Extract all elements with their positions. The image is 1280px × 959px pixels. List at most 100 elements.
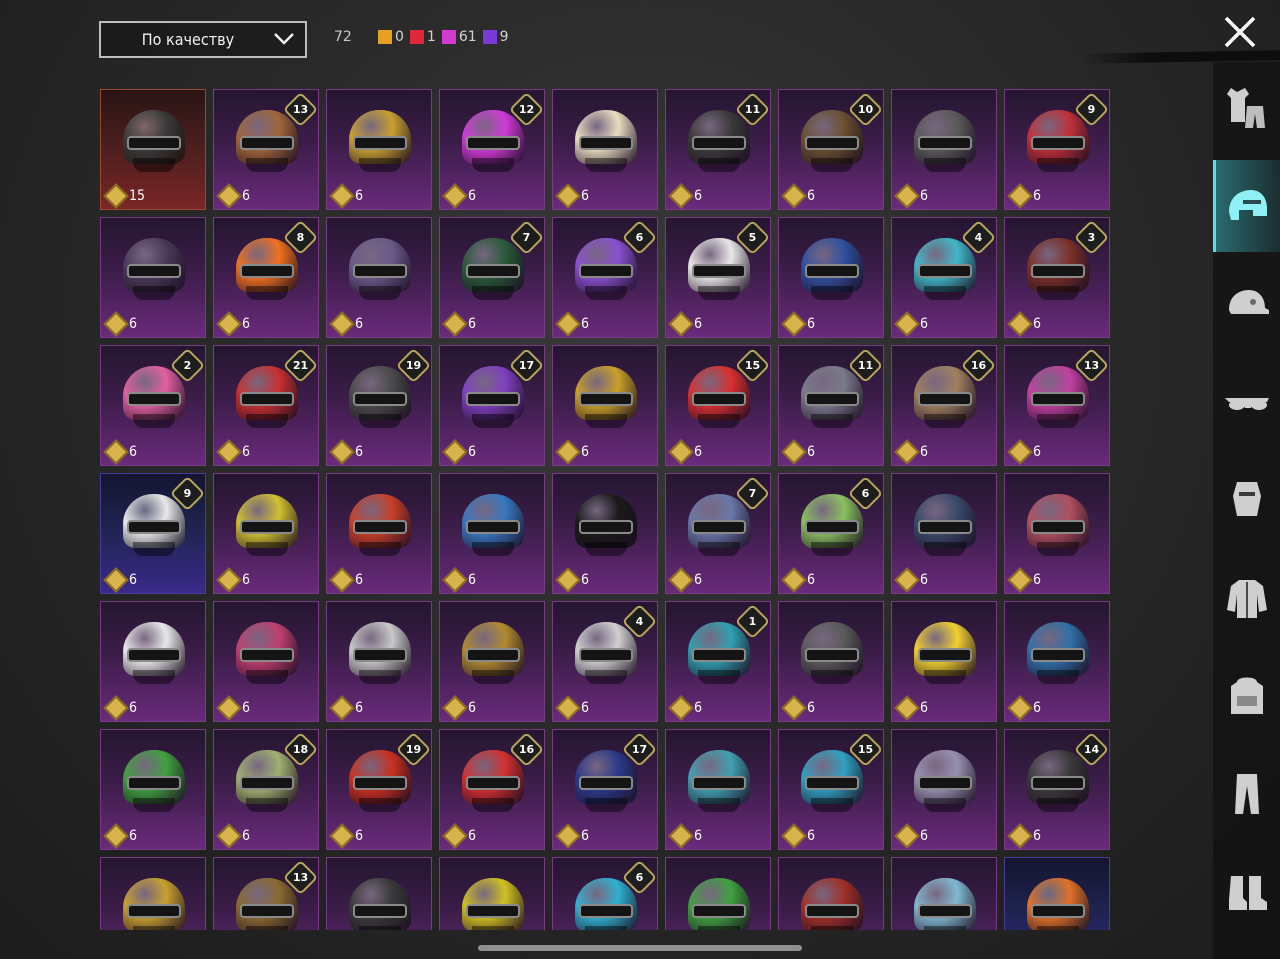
item-cost-value: 6 bbox=[581, 444, 590, 460]
helmet-item-card[interactable]: 19 6 bbox=[326, 729, 432, 850]
item-cost: 6 bbox=[894, 311, 928, 337]
helmet-item-card[interactable] bbox=[100, 857, 206, 930]
helmet-item-card[interactable] bbox=[326, 857, 432, 930]
helmet-item-card[interactable]: 15 bbox=[100, 89, 206, 210]
sidebar-item-jacket[interactable] bbox=[1213, 552, 1280, 644]
helmet-item-card[interactable]: 13 6 bbox=[1004, 345, 1110, 466]
helmet-item-card[interactable]: 13 bbox=[213, 857, 319, 930]
helmet-item-card[interactable]: 6 bbox=[213, 601, 319, 722]
helmet-item-card[interactable]: 6 bbox=[552, 473, 658, 594]
item-cost: 6 bbox=[781, 439, 815, 465]
coin-icon bbox=[103, 823, 129, 849]
helmet-image bbox=[343, 234, 417, 306]
sidebar-item-cap[interactable] bbox=[1213, 258, 1280, 350]
helmet-item-card[interactable]: 86 bbox=[213, 217, 319, 338]
helmet-item-card[interactable]: 6 bbox=[100, 729, 206, 850]
helmet-item-card[interactable]: 76 bbox=[665, 473, 771, 594]
home-indicator[interactable] bbox=[478, 945, 802, 951]
helmet-item-card[interactable]: 6 bbox=[552, 857, 658, 930]
helmet-item-card[interactable]: 6 bbox=[552, 345, 658, 466]
sidebar-item-boots[interactable] bbox=[1213, 846, 1280, 938]
helmet-item-card[interactable]: 36 bbox=[1004, 217, 1110, 338]
helmet-item-card[interactable]: 17 6 bbox=[439, 345, 545, 466]
coin-icon bbox=[781, 695, 807, 721]
coin-icon bbox=[103, 183, 129, 209]
helmet-item-card[interactable]: 18 6 bbox=[213, 729, 319, 850]
sidebar-item-outfit[interactable] bbox=[1213, 62, 1280, 154]
helmet-item-card[interactable]: 6 bbox=[326, 217, 432, 338]
helmet-item-card[interactable]: 6 bbox=[891, 601, 997, 722]
helmet-item-card[interactable]: 11 6 bbox=[778, 345, 884, 466]
item-cost-value: 6 bbox=[242, 316, 251, 332]
helmet-image bbox=[908, 106, 982, 178]
helmet-item-card[interactable]: 46 bbox=[552, 601, 658, 722]
helmet-item-card[interactable]: 96 bbox=[1004, 89, 1110, 210]
legend-item: 9 bbox=[482, 29, 509, 45]
helmet-item-card[interactable] bbox=[778, 857, 884, 930]
helmet-item-card[interactable]: 6 bbox=[552, 89, 658, 210]
helmet-item-card[interactable] bbox=[1004, 857, 1110, 930]
item-cost: 6 bbox=[329, 311, 363, 337]
helmet-item-card[interactable] bbox=[665, 857, 771, 930]
helmet-item-card[interactable]: 6 bbox=[891, 89, 997, 210]
helmet-item-card[interactable]: 46 bbox=[891, 217, 997, 338]
helmet-image bbox=[908, 874, 982, 930]
helmet-item-card[interactable]: 26 bbox=[100, 345, 206, 466]
item-cost-value: 15 bbox=[129, 188, 146, 204]
helmet-item-card[interactable]: 56 bbox=[665, 217, 771, 338]
helmet-item-card[interactable]: 6 bbox=[439, 473, 545, 594]
helmet-item-card[interactable]: 6 bbox=[326, 473, 432, 594]
sort-dropdown[interactable]: По качеству bbox=[99, 21, 307, 58]
sidebar-item-mask[interactable] bbox=[1213, 454, 1280, 546]
sidebar-item-glasses[interactable] bbox=[1213, 356, 1280, 448]
helmet-item-card[interactable]: 6 bbox=[778, 217, 884, 338]
helmet-item-card[interactable]: 10 6 bbox=[778, 89, 884, 210]
item-cost: 6 bbox=[668, 183, 702, 209]
helmet-item-card[interactable]: 6 bbox=[1004, 473, 1110, 594]
helmet-item-card[interactable]: 6 bbox=[1004, 601, 1110, 722]
coin-icon bbox=[216, 567, 242, 593]
upgrade-level-value: 1 bbox=[748, 615, 757, 628]
helmet-item-card[interactable]: 16 6 bbox=[439, 729, 545, 850]
helmet-item-card[interactable]: 16 6 bbox=[891, 345, 997, 466]
helmet-item-card[interactable]: 6 bbox=[891, 729, 997, 850]
helmet-item-card[interactable]: 66 bbox=[552, 217, 658, 338]
item-cost-value: 6 bbox=[694, 700, 703, 716]
sidebar-item-backpack[interactable] bbox=[1213, 650, 1280, 742]
item-cost: 6 bbox=[668, 823, 702, 849]
inventory-grid-viewport[interactable]: 15 13 6 6 12 6 6 11 6 10 6 6 9 6 6 8 6 6 7 6 6 6 5 6 6 4 6 3 6 2 6 21 6 1… bbox=[100, 89, 1116, 930]
helmet-item-card[interactable]: 15 6 bbox=[665, 345, 771, 466]
helmet-item-card[interactable]: 19 6 bbox=[326, 345, 432, 466]
item-cost-value: 6 bbox=[129, 572, 138, 588]
helmet-item-card[interactable]: 12 6 bbox=[439, 89, 545, 210]
helmet-item-card[interactable]: 96 bbox=[100, 473, 206, 594]
helmet-item-card[interactable] bbox=[891, 857, 997, 930]
helmet-item-card[interactable]: 11 6 bbox=[665, 89, 771, 210]
helmet-item-card[interactable]: 76 bbox=[439, 217, 545, 338]
helmet-item-card[interactable]: 6 bbox=[891, 473, 997, 594]
helmet-item-card[interactable]: 13 6 bbox=[213, 89, 319, 210]
helmet-item-card[interactable]: 15 6 bbox=[778, 729, 884, 850]
item-cost-value: 6 bbox=[807, 828, 816, 844]
helmet-item-card[interactable]: 14 6 bbox=[1004, 729, 1110, 850]
helmet-item-card[interactable]: 21 6 bbox=[213, 345, 319, 466]
helmet-item-card[interactable]: 66 bbox=[778, 473, 884, 594]
helmet-item-card[interactable]: 6 bbox=[665, 729, 771, 850]
helmet-item-card[interactable]: 6 bbox=[326, 89, 432, 210]
helmet-item-card[interactable]: 6 bbox=[778, 601, 884, 722]
helmet-item-card[interactable]: 16 bbox=[665, 601, 771, 722]
helmet-item-card[interactable]: 6 bbox=[100, 217, 206, 338]
sort-dropdown-label: По качеству bbox=[141, 30, 235, 49]
helmet-item-card[interactable] bbox=[439, 857, 545, 930]
coin-icon bbox=[1007, 695, 1033, 721]
close-icon[interactable] bbox=[1222, 14, 1258, 50]
helmet-item-card[interactable]: 6 bbox=[100, 601, 206, 722]
helmet-item-card[interactable]: 6 bbox=[439, 601, 545, 722]
helmet-item-card[interactable]: 6 bbox=[326, 601, 432, 722]
helmet-item-card[interactable]: 17 6 bbox=[552, 729, 658, 850]
sidebar-item-helmet[interactable] bbox=[1213, 160, 1280, 252]
coin-icon bbox=[555, 695, 581, 721]
helmet-item-card[interactable]: 6 bbox=[213, 473, 319, 594]
item-cost: 6 bbox=[1007, 695, 1041, 721]
sidebar-item-pants[interactable] bbox=[1213, 748, 1280, 840]
